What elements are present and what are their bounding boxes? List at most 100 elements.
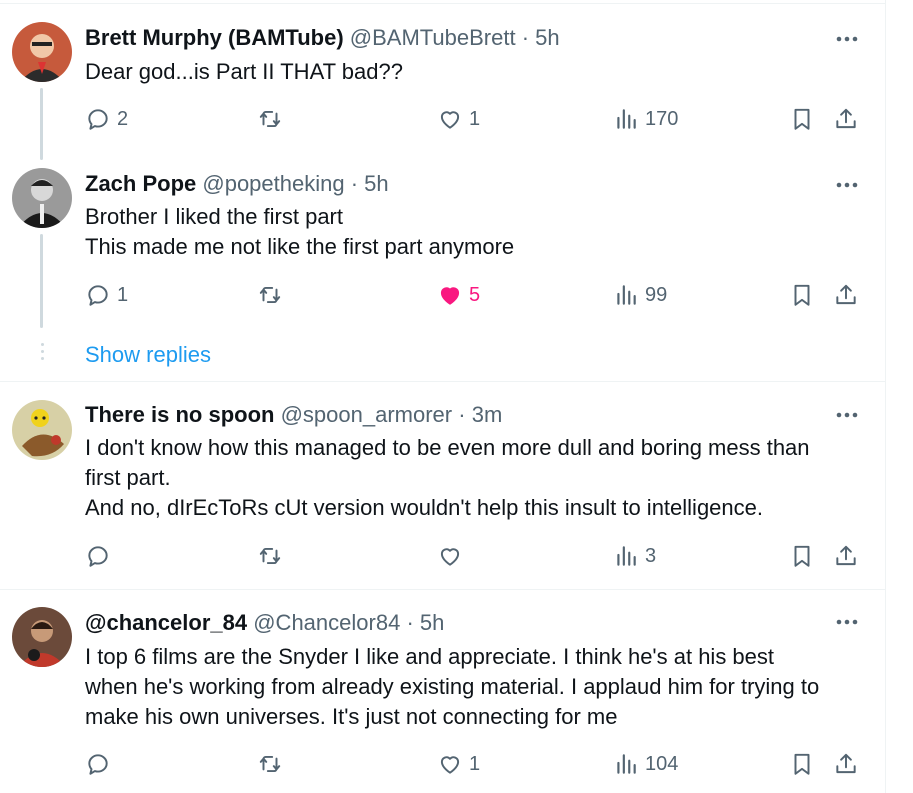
reply-count: 1 — [117, 283, 129, 306]
views-button[interactable]: 104 — [613, 749, 678, 779]
avatar[interactable] — [12, 607, 72, 667]
post-header: Brett Murphy (BAMTube) @BAMTubeBrett · 5… — [85, 24, 560, 52]
views-icon — [617, 109, 636, 129]
reply-button[interactable] — [85, 541, 117, 571]
user-handle[interactable]: @popetheking — [202, 171, 344, 196]
user-handle[interactable]: @BAMTubeBrett — [350, 25, 516, 50]
separator-dot: · — [521, 25, 530, 50]
share-button[interactable] — [833, 280, 859, 310]
share-button[interactable] — [833, 749, 859, 779]
retweet-icon — [259, 755, 281, 773]
retweet-button[interactable] — [257, 749, 289, 779]
views-button[interactable]: 170 — [613, 104, 678, 134]
more-icon[interactable] — [832, 170, 862, 200]
post-text: I top 6 films are the Snyder I like and … — [85, 642, 875, 732]
separator-dot: · — [350, 171, 359, 196]
bookmark-icon — [794, 108, 810, 130]
display-name[interactable]: There is no spoon — [85, 402, 274, 427]
like-button[interactable]: 1 — [437, 104, 480, 134]
bookmark-icon — [794, 284, 810, 306]
timestamp[interactable]: 3m — [472, 402, 503, 427]
post-text-line: Dear god...is Part II THAT bad?? — [85, 59, 403, 84]
reply-button[interactable]: 1 — [85, 280, 128, 310]
post-header: @chancelor_84 @Chancelor84 · 5h — [85, 609, 444, 637]
post-text-line: Brother I liked the first part — [85, 204, 343, 229]
post-text-line: make his own universes. It's just not co… — [85, 704, 618, 729]
views-count: 170 — [645, 107, 679, 130]
share-button[interactable] — [833, 104, 859, 134]
thread-line — [40, 234, 43, 328]
top-divider — [0, 3, 886, 4]
bookmark-button[interactable] — [789, 280, 815, 310]
share-button[interactable] — [833, 541, 859, 571]
retweet-button[interactable] — [257, 104, 289, 134]
action-bar: 1 5 99 — [85, 280, 865, 310]
reply-count: 2 — [117, 107, 129, 130]
post-text: Dear god...is Part II THAT bad?? — [85, 57, 875, 87]
show-replies-dots — [41, 343, 45, 364]
retweet-button[interactable] — [257, 541, 289, 571]
bookmark-button[interactable] — [789, 104, 815, 134]
action-bar: 2 1 170 — [85, 104, 865, 134]
like-button[interactable]: 1 — [437, 749, 480, 779]
views-button[interactable]: 99 — [613, 280, 667, 310]
user-handle[interactable]: @spoon_armorer — [281, 402, 453, 427]
timestamp[interactable]: 5h — [535, 25, 559, 50]
action-bar: 1 104 — [85, 749, 865, 779]
more-icon[interactable] — [832, 400, 862, 430]
more-icon[interactable] — [832, 24, 862, 54]
user-handle[interactable]: @Chancelor84 — [253, 610, 400, 635]
post-text-line: first part. — [85, 465, 171, 490]
action-bar: 3 — [85, 541, 865, 571]
display-name[interactable]: Zach Pope — [85, 171, 196, 196]
retweet-button[interactable] — [257, 280, 289, 310]
views-icon — [617, 285, 636, 305]
reply-icon — [88, 109, 108, 130]
views-count: 104 — [645, 752, 679, 775]
share-icon — [836, 284, 856, 305]
reply-button[interactable] — [85, 749, 117, 779]
like-icon — [440, 287, 460, 305]
avatar[interactable] — [12, 400, 72, 460]
like-count: 5 — [469, 283, 481, 306]
views-icon — [617, 754, 636, 774]
avatar[interactable] — [12, 168, 72, 228]
more-icon[interactable] — [832, 607, 862, 637]
views-count: 3 — [645, 544, 657, 567]
like-count: 1 — [469, 752, 481, 775]
reply-icon — [88, 285, 108, 306]
post-text: Brother I liked the first part This made… — [85, 202, 875, 262]
reply-icon — [88, 754, 108, 775]
reply-icon — [88, 546, 108, 567]
reply-button[interactable]: 2 — [85, 104, 128, 134]
post-text-line: This made me not like the first part any… — [85, 234, 515, 259]
post-header: There is no spoon @spoon_armorer · 3m — [85, 401, 502, 429]
retweet-icon — [259, 110, 281, 128]
post-text-line: I top 6 films are the Snyder I like and … — [85, 644, 775, 669]
like-button[interactable] — [437, 541, 469, 571]
bookmark-button[interactable] — [789, 541, 815, 571]
like-count: 1 — [469, 107, 481, 130]
display-name[interactable]: @chancelor_84 — [85, 610, 247, 635]
thread-line — [40, 88, 43, 160]
share-icon — [836, 753, 856, 774]
display-name[interactable]: Brett Murphy (BAMTube) — [85, 25, 344, 50]
like-button[interactable]: 5 — [437, 280, 480, 310]
bookmark-icon — [794, 753, 810, 775]
like-icon — [440, 756, 460, 774]
share-icon — [836, 545, 856, 566]
timestamp[interactable]: 5h — [420, 610, 444, 635]
views-button[interactable]: 3 — [613, 541, 656, 571]
post-text: I don't know how this managed to be even… — [85, 433, 875, 523]
separator-dot: · — [458, 402, 466, 427]
show-replies-link[interactable]: Show replies — [85, 340, 211, 370]
like-icon — [440, 111, 460, 129]
bookmark-button[interactable] — [789, 749, 815, 779]
avatar[interactable] — [12, 22, 72, 82]
post-text-line: when he's working from already existing … — [85, 674, 820, 699]
post-text-line: And no, dIrEcToRs cUt version wouldn't h… — [85, 495, 763, 520]
replies-feed: Brett Murphy (BAMTube) @BAMTubeBrett · 5… — [0, 0, 886, 793]
separator-dot: · — [406, 610, 414, 635]
timestamp[interactable]: 5h — [364, 171, 388, 196]
post-divider — [0, 381, 886, 382]
